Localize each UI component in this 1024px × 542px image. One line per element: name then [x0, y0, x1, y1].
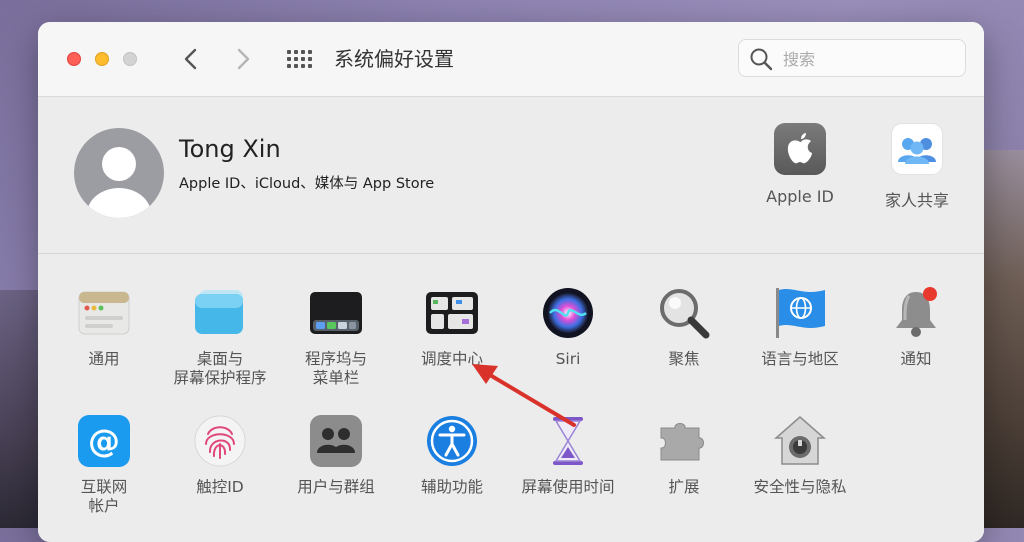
pref-label: 互联网 帐户: [80, 478, 128, 515]
preferences-pane: 通用 桌面与 屏幕保护程序 程序坞与 菜单栏 调度中心 Siri 聚焦 语言与地…: [38, 254, 984, 542]
svg-text:@: @: [88, 422, 120, 460]
show-all-button[interactable]: [286, 49, 314, 69]
user-silhouette-icon: [87, 147, 151, 218]
pref-label: Siri: [555, 350, 581, 368]
pref-label: 通知: [900, 350, 932, 368]
pref-siri[interactable]: Siri: [510, 286, 626, 369]
pref-label: 桌面与 屏幕保护程序: [173, 350, 267, 387]
pref-label: 聚焦: [668, 350, 700, 368]
close-button[interactable]: [67, 52, 81, 66]
desktop-wallpaper-left: [0, 290, 40, 528]
account-subtitle[interactable]: Apple ID、iCloud、媒体与 App Store: [179, 172, 434, 193]
pref-extensions[interactable]: 扩展: [626, 414, 742, 497]
fingerprint-icon: [193, 414, 247, 468]
minimize-button[interactable]: [95, 52, 109, 66]
apple-logo-icon: [774, 123, 826, 175]
search-input[interactable]: [781, 46, 955, 72]
house-lock-icon: [773, 414, 827, 468]
pref-accessibility[interactable]: 辅助功能: [394, 414, 510, 497]
pref-apple-id[interactable]: Apple ID: [745, 123, 855, 206]
internet-accounts-icon: @: [77, 414, 131, 468]
window-title: 系统偏好设置: [334, 47, 454, 71]
pref-spotlight[interactable]: 聚焦: [626, 286, 742, 369]
pref-desktop-screensaver[interactable]: 桌面与 屏幕保护程序: [162, 286, 278, 388]
account-section: Tong Xin Apple ID、iCloud、媒体与 App Store A…: [38, 97, 984, 254]
back-button[interactable]: [176, 44, 206, 74]
pref-label: 屏幕使用时间: [521, 478, 615, 496]
pref-internet-accounts[interactable]: @ 互联网 帐户: [46, 414, 162, 516]
desktop-icon: [193, 286, 247, 340]
pref-dock-menubar[interactable]: 程序坞与 菜单栏: [278, 286, 394, 388]
pref-general[interactable]: 通用: [46, 286, 162, 369]
mission-control-icon: [425, 286, 479, 340]
system-preferences-window: 系统偏好设置 Tong Xin Apple ID、iCloud、媒体与 App …: [38, 22, 984, 542]
pref-label: 语言与地区: [761, 350, 839, 368]
chevron-right-icon: [237, 48, 250, 70]
zoom-button[interactable]: [123, 52, 137, 66]
pref-users-groups[interactable]: 用户与群组: [278, 414, 394, 497]
pref-label: Apple ID: [766, 187, 834, 206]
grid-icon: [287, 50, 312, 68]
pref-label: 触控ID: [196, 478, 244, 496]
dock-icon: [309, 286, 363, 340]
pref-screen-time[interactable]: 屏幕使用时间: [510, 414, 626, 497]
pref-language-region[interactable]: 语言与地区: [742, 286, 858, 369]
pref-family-sharing[interactable]: 家人共享: [862, 123, 972, 211]
pref-label: 用户与群组: [297, 478, 375, 496]
users-icon: [309, 414, 363, 468]
forward-button[interactable]: [228, 44, 258, 74]
hourglass-icon: [541, 414, 595, 468]
search-icon: [750, 48, 773, 71]
pref-label: 家人共享: [884, 191, 949, 210]
pref-label: 安全性与隐私: [753, 478, 847, 496]
chevron-left-icon: [184, 48, 197, 70]
pref-label: 调度中心: [420, 350, 483, 368]
accessibility-icon: [425, 414, 479, 468]
pref-security-privacy[interactable]: 安全性与隐私: [742, 414, 858, 497]
siri-icon: [541, 286, 595, 340]
avatar[interactable]: [74, 128, 164, 218]
bell-icon: [889, 286, 943, 340]
pref-notifications[interactable]: 通知: [858, 286, 974, 369]
pref-label: 辅助功能: [420, 478, 483, 496]
globe-flag-icon: [773, 286, 827, 340]
puzzle-icon: [657, 414, 711, 468]
general-icon: [77, 286, 131, 340]
desktop-wallpaper-right: [984, 150, 1024, 528]
pref-touch-id[interactable]: 触控ID: [162, 414, 278, 497]
pref-label: 扩展: [668, 478, 700, 496]
search-field[interactable]: [738, 39, 966, 77]
pref-mission-control[interactable]: 调度中心: [394, 286, 510, 369]
family-icon: [891, 123, 943, 175]
user-name: Tong Xin: [179, 135, 281, 163]
pref-label: 通用: [88, 350, 120, 368]
spotlight-icon: [657, 286, 711, 340]
titlebar: 系统偏好设置: [38, 22, 984, 97]
pref-label: 程序坞与 菜单栏: [304, 350, 367, 387]
